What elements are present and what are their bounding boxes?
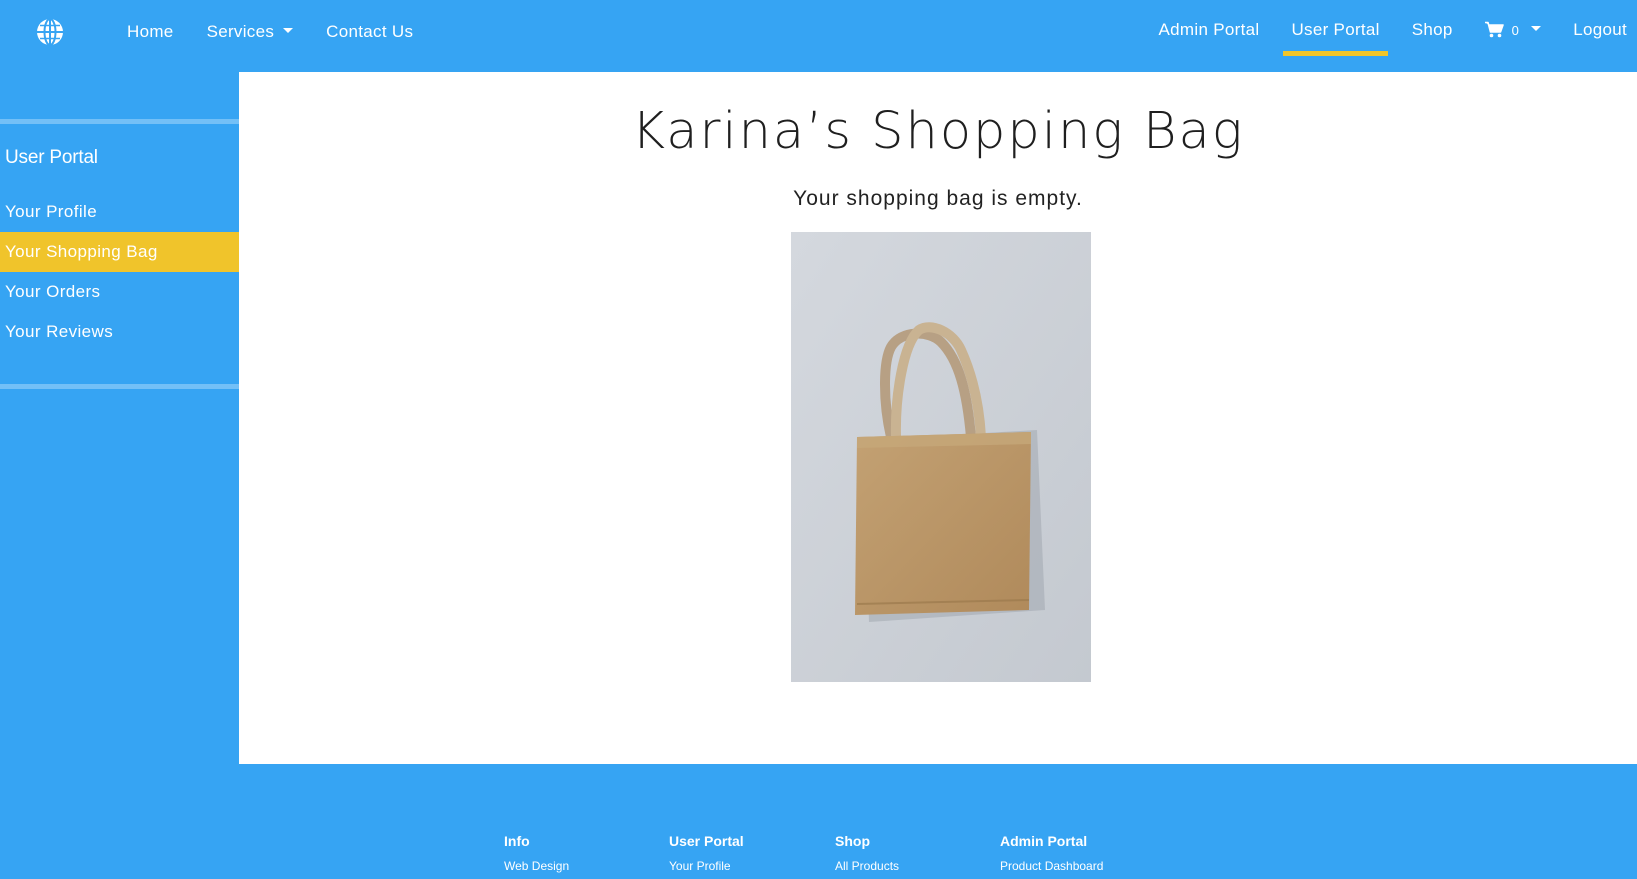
footer-link-your-profile[interactable]: Your Profile (669, 859, 744, 873)
footer-column-info: Info Web Design (504, 833, 569, 873)
footer-column-user-portal: User Portal Your Profile (669, 833, 744, 873)
footer-column-admin-portal: Admin Portal Product Dashboard (1000, 833, 1103, 873)
chevron-down-icon (1531, 26, 1542, 31)
nav-shop[interactable]: Shop (1404, 0, 1461, 56)
top-navbar: Home Services Contact Us Admin Portal Us… (0, 0, 1637, 72)
chevron-down-icon (283, 28, 294, 34)
shopping-bag-image (791, 232, 1091, 682)
sidebar: User Portal Your Profile Your Shopping B… (0, 72, 239, 389)
main-content: Karina’s Shopping Bag Your shopping bag … (239, 72, 1637, 764)
footer-link-product-dashboard[interactable]: Product Dashboard (1000, 859, 1103, 873)
footer-link-web-design[interactable]: Web Design (504, 859, 569, 873)
sidebar-item-your-reviews[interactable]: Your Reviews (0, 312, 239, 352)
sidebar-item-your-shopping-bag[interactable]: Your Shopping Bag (0, 232, 239, 272)
nav-home[interactable]: Home (127, 22, 174, 42)
sidebar-divider (0, 384, 239, 389)
globe-icon[interactable] (36, 18, 64, 46)
footer-column-shop: Shop All Products (835, 833, 899, 873)
page-title: Karina’s Shopping Bag (631, 102, 1245, 161)
footer-heading: Info (504, 833, 530, 849)
nav-admin-portal[interactable]: Admin Portal (1151, 0, 1268, 56)
account-nav: Admin Portal User Portal Shop 0 Logout (1135, 0, 1637, 72)
footer-heading: Admin Portal (1000, 833, 1088, 849)
nav-services-label: Services (206, 22, 275, 41)
cart-dropdown[interactable]: 0 (1477, 0, 1550, 56)
main-nav: Home Services Contact Us (127, 22, 446, 42)
empty-bag-message: Your shopping bag is empty. (793, 187, 1083, 210)
footer-heading: Shop (835, 833, 870, 849)
cart-count-badge: 0 (1511, 23, 1520, 38)
sidebar-item-your-orders[interactable]: Your Orders (0, 272, 239, 312)
nav-logout[interactable]: Logout (1565, 0, 1637, 56)
footer: Info Web Design User Portal Your Profile… (0, 764, 1637, 879)
sidebar-title: User Portal (5, 147, 98, 168)
sidebar-item-your-profile[interactable]: Your Profile (0, 192, 239, 232)
shopping-cart-icon (1484, 21, 1504, 38)
nav-contact-us[interactable]: Contact Us (326, 22, 413, 42)
nav-services-dropdown[interactable]: Services (207, 22, 294, 42)
footer-link-all-products[interactable]: All Products (835, 859, 899, 873)
footer-heading: User Portal (669, 833, 744, 849)
nav-user-portal[interactable]: User Portal (1283, 0, 1389, 56)
